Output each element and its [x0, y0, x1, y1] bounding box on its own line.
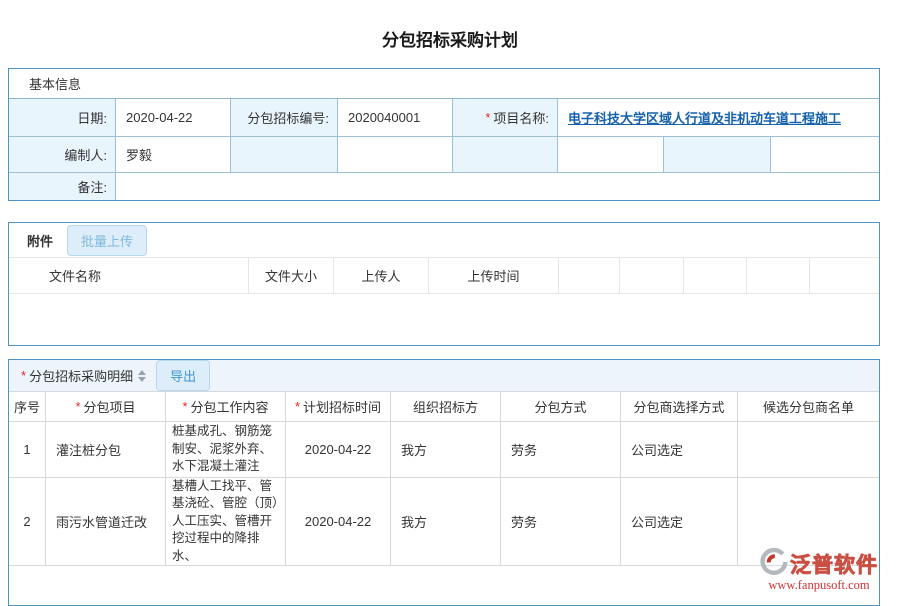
basic-info-title: 基本信息 [29, 74, 81, 93]
project-name-label: * 项目名称: [453, 99, 558, 137]
project-name-cell: 电子科技大学区域人行道及非机动车道工程施工 [558, 99, 879, 137]
file-size-column: 文件大小 [249, 258, 334, 293]
table-cell: 2 [9, 478, 46, 566]
table-cell: 2020-04-22 [286, 478, 391, 566]
empty-label-cell [664, 137, 771, 173]
empty-column [810, 258, 879, 293]
required-mark: * [182, 399, 187, 414]
table-cell: 1 [9, 422, 46, 478]
brand-website: www.fanpusoft.com [744, 578, 894, 593]
attachments-title: 附件 [27, 231, 53, 250]
bid-no-value: 2020040001 [338, 99, 453, 137]
date-value: 2020-04-22 [116, 99, 231, 137]
upload-time-column: 上传时间 [429, 258, 559, 293]
attachments-header: 附件 批量上传 [9, 223, 879, 257]
empty-column [620, 258, 684, 293]
attachments-empty-body [9, 294, 879, 345]
required-mark: * [75, 399, 80, 414]
basic-info-section: 基本信息 日期: 2020-04-22 分包招标编号: 2020040001 *… [8, 68, 880, 201]
table-cell: 劳务 [501, 422, 621, 478]
empty-column [559, 258, 620, 293]
table-cell: 公司选定 [621, 478, 738, 566]
table-cell: 我方 [391, 478, 501, 566]
batch-upload-button[interactable]: 批量上传 [67, 225, 147, 256]
col-selection-method: 分包商选择方式 [621, 392, 738, 422]
empty-column [684, 258, 747, 293]
date-label: 日期: [9, 99, 116, 137]
basic-info-grid: 日期: 2020-04-22 分包招标编号: 2020040001 * 项目名称… [9, 99, 879, 200]
table-cell [738, 422, 879, 478]
col-subcontract-project: *分包项目 [46, 392, 166, 422]
empty-label-cell [453, 137, 558, 173]
required-mark: * [21, 368, 26, 383]
empty-column [747, 258, 810, 293]
empty-value-cell [338, 137, 453, 173]
detail-title: 分包招标采购明细 [29, 366, 133, 385]
col-subcontract-method: 分包方式 [501, 392, 621, 422]
col-planned-bid-time: *计划招标时间 [286, 392, 391, 422]
detail-table: 序号 *分包项目 *分包工作内容 *计划招标时间 组织招标方 分包方式 分包商选… [9, 392, 879, 566]
uploader-column: 上传人 [334, 258, 429, 293]
col-candidate-list: 候选分包商名单 [738, 392, 879, 422]
table-cell: 2020-04-22 [286, 422, 391, 478]
table-cell: 劳务 [501, 478, 621, 566]
table-cell: 灌注桩分包 [46, 422, 166, 478]
basic-info-header: 基本信息 [9, 69, 879, 99]
page-title: 分包招标采购计划 [0, 0, 900, 46]
compiler-label: 编制人: [9, 137, 116, 173]
required-mark: * [485, 110, 490, 125]
remark-value [116, 173, 879, 200]
table-cell: 雨污水管道迁改 [46, 478, 166, 566]
compiler-value: 罗毅 [116, 137, 231, 173]
sort-icon[interactable] [138, 370, 146, 382]
brand-name: 泛普软件 [790, 549, 878, 579]
file-name-column: 文件名称 [9, 258, 249, 293]
attachments-table-header: 文件名称 文件大小 上传人 上传时间 [9, 257, 879, 294]
attachments-section: 附件 批量上传 文件名称 文件大小 上传人 上传时间 [8, 222, 880, 346]
required-mark: * [295, 399, 300, 414]
table-cell: 基槽人工找平、管基浇砼、管腔（顶）人工压实、管槽开挖过程中的降排水、 [166, 478, 286, 566]
brand-logo-icon [760, 548, 788, 579]
project-name-link[interactable]: 电子科技大学区域人行道及非机动车道工程施工 [568, 108, 841, 127]
bid-no-label: 分包招标编号: [231, 99, 338, 137]
table-cell: 公司选定 [621, 422, 738, 478]
empty-value-cell [558, 137, 664, 173]
export-button[interactable]: 导出 [156, 360, 210, 391]
col-seq: 序号 [9, 392, 46, 422]
table-cell: 桩基成孔、钢筋笼制安、泥浆外弃、水下混凝土灌注 [166, 422, 286, 478]
table-cell: 我方 [391, 422, 501, 478]
col-organizing-party: 组织招标方 [391, 392, 501, 422]
brand-logo: 泛普软件 www.fanpusoft.com [744, 548, 894, 593]
detail-header: * 分包招标采购明细 导出 [9, 360, 879, 392]
remark-label: 备注: [9, 173, 116, 200]
col-work-content: *分包工作内容 [166, 392, 286, 422]
empty-label-cell [231, 137, 338, 173]
empty-value-cell [771, 137, 879, 173]
